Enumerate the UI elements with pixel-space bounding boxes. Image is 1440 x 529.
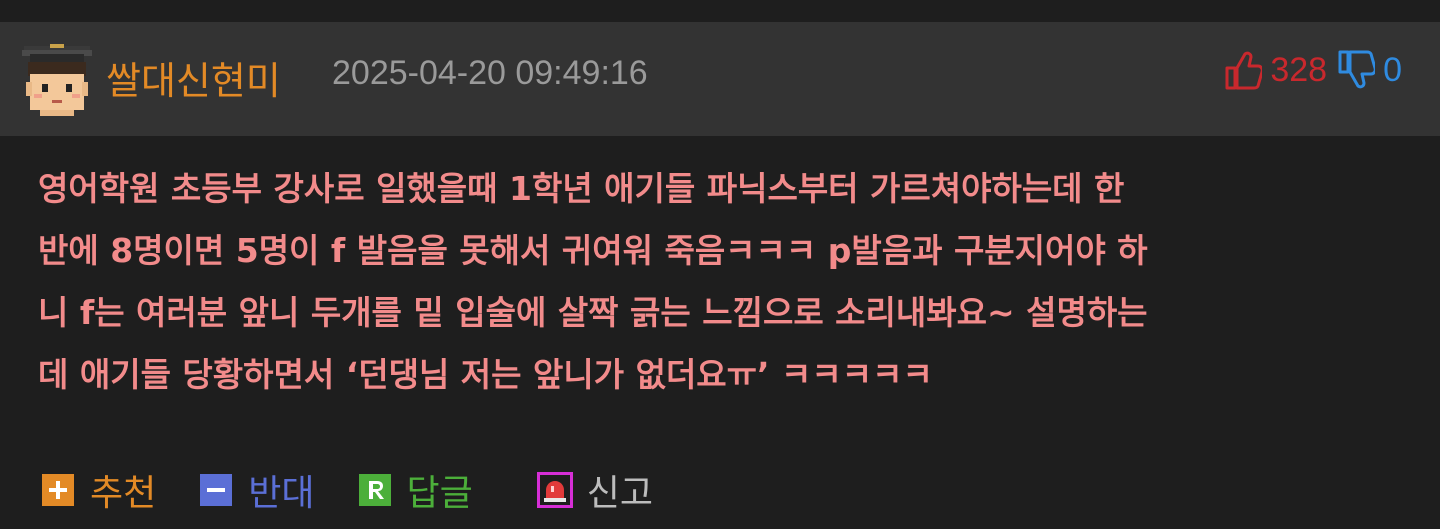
siren-icon: [536, 472, 573, 508]
minus-icon: [200, 474, 233, 506]
report-label: 신고: [586, 473, 653, 514]
report-button[interactable]: 신고: [535, 464, 653, 516]
upvote-count: 328: [1270, 50, 1328, 89]
thumbs-down-icon[interactable]: [1337, 50, 1376, 90]
avatar[interactable]: [20, 44, 94, 116]
reply-label: 답글: [406, 473, 473, 514]
recommend-button[interactable]: 추천: [38, 464, 156, 516]
top-bar: [0, 0, 1440, 22]
comment-actions: 추천 반대 답글 신고: [38, 462, 693, 518]
comment-timestamp: 2025-04-20 09:49:16: [332, 54, 648, 92]
vote-counts: 328 0: [1224, 48, 1402, 92]
oppose-label: 반대: [248, 473, 315, 514]
plus-icon: [42, 474, 74, 506]
comment-body: 영어학원 초등부 강사로 일했을때 1학년 애기들 파닉스부터 가르쳐야하는데 …: [38, 169, 1148, 394]
recommend-label: 추천: [90, 473, 157, 514]
downvote-count: 0: [1383, 50, 1402, 89]
author-name[interactable]: 쌀대신현미: [106, 50, 281, 105]
thumbs-up-icon[interactable]: [1224, 50, 1263, 90]
reply-button[interactable]: 답글: [355, 464, 473, 516]
oppose-button[interactable]: 반대: [196, 464, 315, 516]
reply-r-icon: [358, 474, 391, 506]
